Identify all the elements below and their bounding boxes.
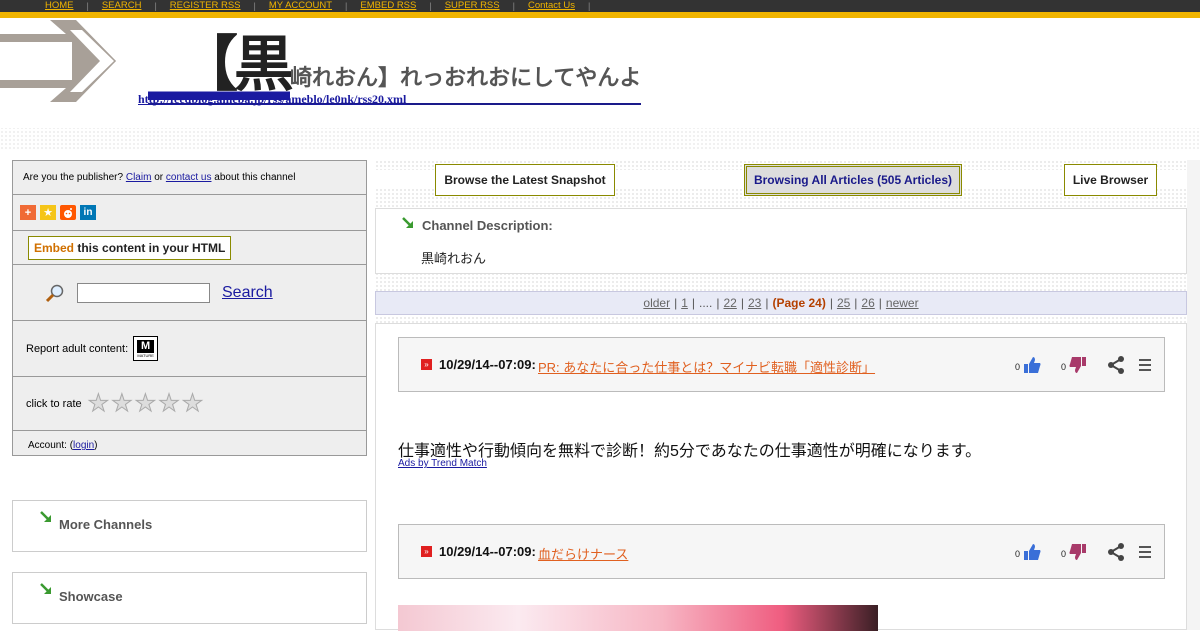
star-icon[interactable]: ★ (87, 391, 109, 416)
nav-super-rss[interactable]: SUPER RSS (432, 0, 513, 12)
dislike-count: 0 (1061, 549, 1067, 559)
dislike-count: 0 (1061, 362, 1067, 372)
channel-sidebar: Are you the publisher? Claim or contact … (12, 160, 367, 456)
rating-stars[interactable]: ★ ★ ★ ★ ★ (87, 391, 204, 416)
star-icon[interactable]: ★ (111, 391, 133, 416)
account-row: Account: (login) (28, 440, 98, 451)
magnifier-icon (45, 284, 64, 302)
linkedin-icon[interactable]: in (80, 205, 96, 220)
nav-my-account[interactable]: MY ACCOUNT (256, 0, 345, 12)
article-title-link[interactable]: 血だらけナース (538, 544, 628, 563)
pager-page-1[interactable]: 1 (681, 296, 688, 310)
contact-us-link[interactable]: contact us (166, 172, 212, 183)
search-row: Search (13, 265, 366, 321)
share-icon[interactable] (1106, 355, 1126, 375)
bullet-icon: » (421, 546, 432, 557)
more-channels-label: More Channels (59, 517, 153, 532)
embed-button[interactable]: Embed this content in your HTML (28, 236, 232, 260)
nav-search[interactable]: SEARCH (89, 0, 155, 12)
star-icon[interactable]: ★ (181, 391, 203, 416)
nav-register-rss[interactable]: REGISTER RSS (157, 0, 254, 12)
top-nav: HOME | SEARCH | REGISTER RSS | MY ACCOUNT | … (0, 0, 1200, 12)
pager-current: (Page 24) (772, 296, 826, 310)
title-rest: 崎れおん】れっおれおにしてやんよ (290, 66, 642, 91)
big-arrow-icon (0, 20, 116, 102)
thumbs-up-icon[interactable] (1022, 355, 1042, 375)
nav-embed-rss[interactable]: EMBED RSS (347, 0, 429, 12)
thumbs-down-icon[interactable] (1068, 542, 1088, 562)
nav-contact-us[interactable]: Contact Us (515, 0, 588, 12)
menu-icon[interactable] (1135, 542, 1155, 562)
mature-badge-icon[interactable]: M MATURE (133, 336, 159, 361)
search-input[interactable] (77, 282, 210, 303)
description-label: Channel Description: (422, 218, 553, 233)
green-arrow-icon (402, 217, 413, 228)
pager-page-25[interactable]: 25 (837, 296, 850, 310)
pager-page-22[interactable]: 22 (723, 296, 736, 310)
ads-link[interactable]: Ads by Trend Match (398, 458, 487, 469)
green-arrow-icon (40, 583, 51, 594)
article-item: » 10/29/14--07:09: 血だらけナース 0 0 (398, 524, 1165, 579)
star-icon[interactable]: ★ (158, 391, 180, 416)
search-button[interactable]: Search (222, 284, 273, 302)
articles-list: » 10/29/14--07:09: PR: あなたに合った仕事とは？マイナビ転… (375, 323, 1187, 631)
article-item: » 10/29/14--07:09: PR: あなたに合った仕事とは？マイナビ転… (398, 337, 1165, 392)
nav-home[interactable]: HOME (32, 0, 87, 12)
page-header: 【黒崎れおん】れっおれおにしてやんよ http://feedblog.ameba… (0, 18, 1200, 150)
tab-latest-snapshot[interactable]: Browse the Latest Snapshot (435, 164, 615, 196)
embed-row: Embed this content in your HTML (13, 231, 366, 265)
description-text: 黒崎れおん (421, 251, 487, 266)
green-arrow-icon (40, 511, 51, 522)
tab-live-browser[interactable]: Live Browser (1064, 164, 1157, 196)
bullet-icon: » (421, 359, 432, 370)
article-date: 10/29/14--07:09: (439, 357, 536, 372)
thumbs-up-icon[interactable] (1022, 542, 1042, 562)
article-date: 10/29/14--07:09: (439, 544, 536, 559)
more-channels-panel[interactable]: More Channels (12, 500, 367, 552)
star-icon[interactable]: ★ (134, 391, 156, 416)
like-count: 0 (1015, 362, 1021, 372)
claim-link[interactable]: Claim (126, 172, 152, 183)
thumbs-down-icon[interactable] (1068, 355, 1088, 375)
article-title-link[interactable]: PR: あなたに合った仕事とは？マイナビ転職「適性診断」 (538, 357, 875, 376)
title-big: 【黒 (148, 30, 294, 100)
scrollbar[interactable] (1187, 160, 1200, 630)
reddit-icon[interactable] (60, 205, 76, 220)
showcase-label: Showcase (59, 589, 123, 604)
like-count: 0 (1015, 549, 1021, 559)
pager-older[interactable]: older (643, 296, 670, 310)
feed-url-link[interactable]: http://feedblog.ameba.jp/rss/ameblo/le0n… (138, 92, 406, 107)
channel-description: Channel Description: 黒崎れおん (375, 208, 1187, 274)
rate-row: click to rate ★ ★ ★ ★ ★ (13, 377, 366, 431)
pager-page-26[interactable]: 26 (861, 296, 874, 310)
share-icons-row: + ★ in (13, 195, 366, 231)
login-link[interactable]: login (73, 440, 94, 451)
publisher-row: Are you the publisher? Claim or contact … (13, 161, 366, 195)
pager-newer[interactable]: newer (886, 296, 919, 310)
showcase-panel[interactable]: Showcase (12, 572, 367, 624)
share-icon[interactable] (1106, 542, 1126, 562)
favorite-star-icon[interactable]: ★ (40, 205, 56, 220)
pager-page-23[interactable]: 23 (748, 296, 761, 310)
menu-icon[interactable] (1135, 355, 1155, 375)
article-image[interactable] (398, 605, 878, 631)
tab-all-articles[interactable]: Browsing All Articles (505 Articles) (744, 164, 962, 196)
report-row: Report adult content: M MATURE (13, 321, 366, 377)
add-icon[interactable]: + (20, 205, 36, 220)
pagination: older | 1 | .... | 22 | 23 | (Page 24) |… (375, 291, 1187, 315)
